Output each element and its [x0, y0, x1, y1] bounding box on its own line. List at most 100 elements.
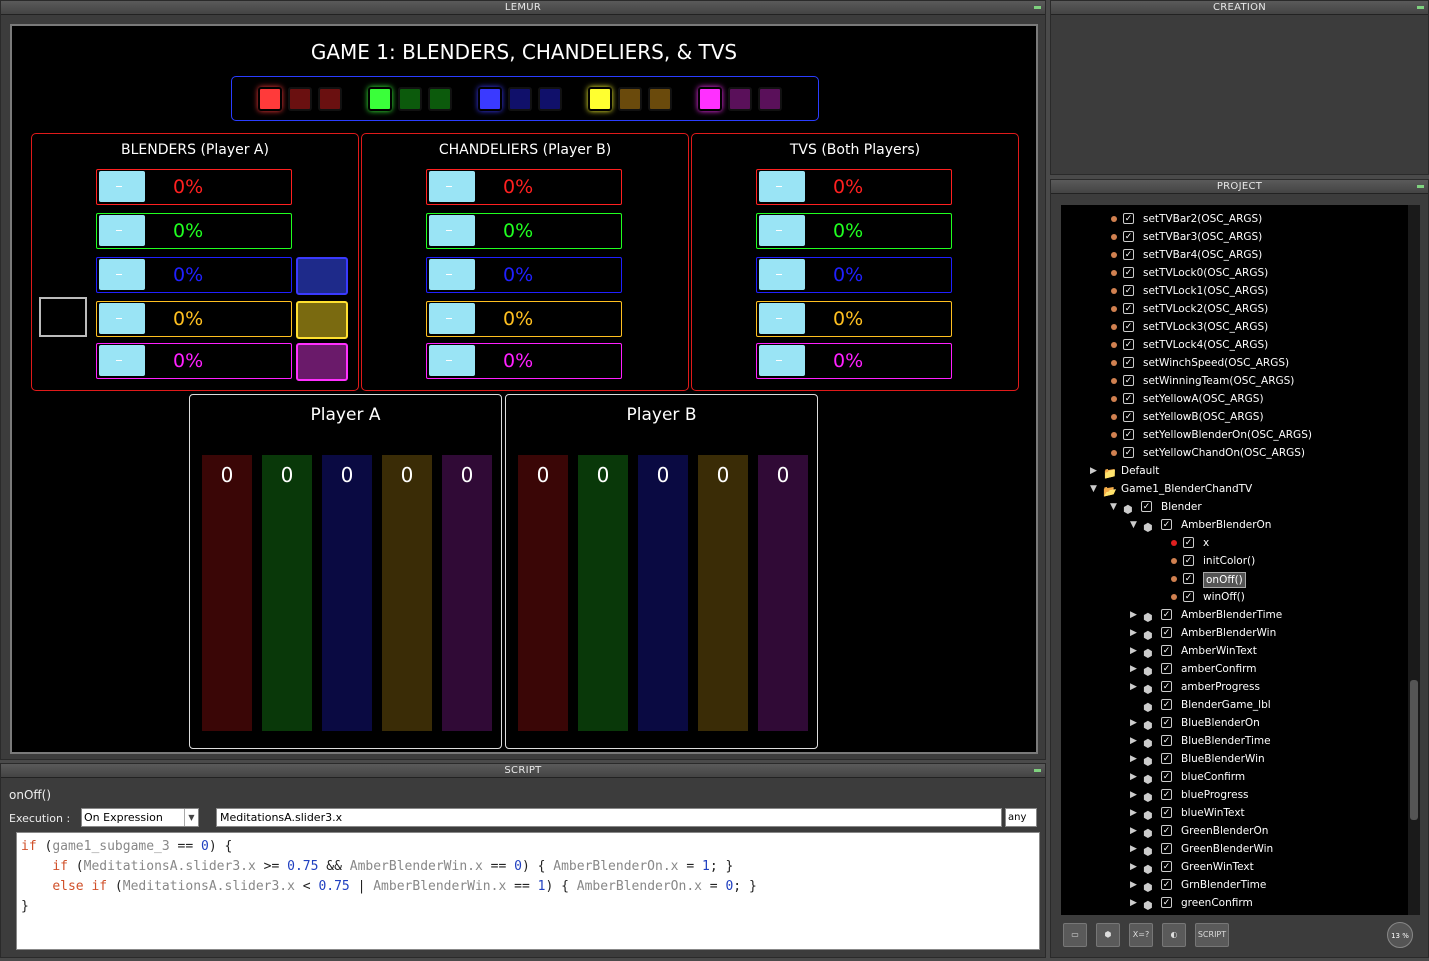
- expand-icon[interactable]: ▶: [1130, 876, 1137, 894]
- progress-bar[interactable]: 0%: [96, 213, 292, 249]
- trigger-expression-input[interactable]: MeditationsA.slider3.x: [216, 808, 1002, 827]
- team-square-green-0[interactable]: [368, 87, 392, 111]
- minimize-icon[interactable]: [1034, 769, 1041, 772]
- color-swatch[interactable]: [296, 343, 348, 381]
- player-column[interactable]: 0: [518, 455, 568, 731]
- progress-bar[interactable]: 0%: [756, 343, 952, 379]
- checkbox-checked-icon[interactable]: ✓: [1183, 537, 1194, 548]
- tree-item[interactable]: ✓ setYellowA(OSC_ARGS): [1061, 390, 1411, 408]
- color-swatch[interactable]: [296, 257, 348, 295]
- tree-item[interactable]: ✓ setYellowBlenderOn(OSC_ARGS): [1061, 426, 1411, 444]
- team-square-magenta-0[interactable]: [698, 87, 722, 111]
- checkbox-checked-icon[interactable]: ✓: [1183, 555, 1194, 566]
- tree-item[interactable]: ▼ ⬢ ✓ AmberBlenderOn: [1061, 516, 1411, 534]
- tree-item[interactable]: ▶ ⬢ ✓ BlueBlenderWin: [1061, 750, 1411, 768]
- project-tree[interactable]: ✓ setTVBar2(OSC_ARGS) ✓ setTVBar3(OSC_ARGS)…: [1061, 205, 1416, 915]
- checkbox-checked-icon[interactable]: ✓: [1123, 411, 1134, 422]
- progress-knob[interactable]: [99, 259, 145, 290]
- tree-item[interactable]: ▼ 📂 Game1_BlenderChandTV: [1061, 480, 1411, 498]
- checkbox-checked-icon[interactable]: ✓: [1161, 645, 1172, 656]
- tree-item[interactable]: ▶ 📁 Default: [1061, 462, 1411, 480]
- tree-item[interactable]: ▶ ⬢ ✓ AmberBlenderTime: [1061, 606, 1411, 624]
- new-object-button[interactable]: ⬢: [1096, 923, 1120, 947]
- tree-item[interactable]: ✓ setTVLock0(OSC_ARGS): [1061, 264, 1411, 282]
- checkbox-checked-icon[interactable]: ✓: [1123, 213, 1134, 224]
- checkbox-checked-icon[interactable]: ✓: [1123, 285, 1134, 296]
- team-square-magenta-2[interactable]: [758, 87, 782, 111]
- checkbox-checked-icon[interactable]: ✓: [1161, 771, 1172, 782]
- progress-bar[interactable]: 0%: [426, 343, 622, 379]
- checkbox-checked-icon[interactable]: ✓: [1123, 393, 1134, 404]
- expand-icon[interactable]: ▶: [1130, 660, 1137, 678]
- tree-item[interactable]: ⬢ ✓ BlenderGame_lbl: [1061, 696, 1411, 714]
- progress-bar[interactable]: 0%: [426, 213, 622, 249]
- checkbox-checked-icon[interactable]: ✓: [1141, 501, 1152, 512]
- tree-item[interactable]: ✓ setTVLock4(OSC_ARGS): [1061, 336, 1411, 354]
- progress-knob[interactable]: [759, 171, 805, 202]
- checkbox-checked-icon[interactable]: ✓: [1161, 861, 1172, 872]
- tree-item[interactable]: ▶ ⬢ ✓ AmberWinText: [1061, 642, 1411, 660]
- tree-item[interactable]: ▶ ⬢ ✓ GreenBlenderOn: [1061, 822, 1411, 840]
- checkbox-checked-icon[interactable]: ✓: [1161, 897, 1172, 908]
- expand-icon[interactable]: ▶: [1130, 732, 1137, 750]
- palette-icon[interactable]: ◐: [1162, 923, 1186, 947]
- collapse-icon[interactable]: ▼: [1090, 480, 1097, 498]
- team-square-green-1[interactable]: [398, 87, 422, 111]
- progress-knob[interactable]: [759, 345, 805, 376]
- team-square-yellow-0[interactable]: [588, 87, 612, 111]
- expand-icon[interactable]: ▶: [1130, 804, 1137, 822]
- tree-item[interactable]: ✓ setTVLock3(OSC_ARGS): [1061, 318, 1411, 336]
- tree-item[interactable]: ✓ setTVBar4(OSC_ARGS): [1061, 246, 1411, 264]
- tree-item[interactable]: ▶ ⬢ ✓ GreenBlenderWin: [1061, 840, 1411, 858]
- expand-icon[interactable]: ▶: [1130, 678, 1137, 696]
- checkbox-checked-icon[interactable]: ✓: [1161, 789, 1172, 800]
- tree-item[interactable]: ▶ ⬢ ✓ amberProgress: [1061, 678, 1411, 696]
- trigger-mode-select[interactable]: any: [1005, 808, 1037, 827]
- minimize-icon[interactable]: [1417, 185, 1424, 188]
- tree-item[interactable]: ✓ setTVLock1(OSC_ARGS): [1061, 282, 1411, 300]
- expand-icon[interactable]: ▶: [1130, 624, 1137, 642]
- expand-icon[interactable]: ▶: [1090, 462, 1097, 480]
- tree-item[interactable]: ✓ setTVBar2(OSC_ARGS): [1061, 210, 1411, 228]
- player-column[interactable]: 0: [262, 455, 312, 731]
- player-column[interactable]: 0: [322, 455, 372, 731]
- expand-icon[interactable]: ▶: [1130, 606, 1137, 624]
- minimize-icon[interactable]: [1417, 6, 1424, 9]
- player-column[interactable]: 0: [758, 455, 808, 731]
- team-square-blue-2[interactable]: [538, 87, 562, 111]
- expand-icon[interactable]: ▶: [1130, 840, 1137, 858]
- progress-bar[interactable]: 0%: [756, 169, 952, 205]
- checkbox-checked-icon[interactable]: ✓: [1123, 303, 1134, 314]
- tree-item[interactable]: ▶ ⬢ ✓ AmberBlenderWin: [1061, 624, 1411, 642]
- checkbox-checked-icon[interactable]: ✓: [1161, 807, 1172, 818]
- checkbox-checked-icon[interactable]: ✓: [1161, 519, 1172, 530]
- tree-item[interactable]: ✓ winOff(): [1061, 588, 1411, 606]
- checkbox-checked-icon[interactable]: ✓: [1123, 357, 1134, 368]
- execution-select[interactable]: On Expression ▼: [81, 808, 199, 827]
- expand-icon[interactable]: ▶: [1130, 714, 1137, 732]
- progress-knob[interactable]: [759, 259, 805, 290]
- expand-icon[interactable]: ▶: [1130, 822, 1137, 840]
- progress-knob[interactable]: [99, 171, 145, 202]
- tree-item[interactable]: ▶ ⬢ ✓ BlueBlenderTime: [1061, 732, 1411, 750]
- progress-bar[interactable]: 0%: [96, 301, 292, 337]
- collapse-icon[interactable]: ▼: [1110, 498, 1117, 516]
- progress-bar[interactable]: 0%: [756, 301, 952, 337]
- checkbox-checked-icon[interactable]: ✓: [1123, 267, 1134, 278]
- checkbox-checked-icon[interactable]: ✓: [1161, 627, 1172, 638]
- progress-bar[interactable]: 0%: [756, 257, 952, 293]
- checkbox-checked-icon[interactable]: ✓: [1123, 249, 1134, 260]
- progress-knob[interactable]: [759, 215, 805, 246]
- team-square-yellow-2[interactable]: [648, 87, 672, 111]
- new-script-button[interactable]: SCRIPT: [1195, 923, 1229, 947]
- collapse-icon[interactable]: ▼: [1130, 516, 1137, 534]
- checkbox-checked-icon[interactable]: ✓: [1161, 753, 1172, 764]
- progress-bar[interactable]: 0%: [96, 343, 292, 379]
- team-square-yellow-1[interactable]: [618, 87, 642, 111]
- checkbox-checked-icon[interactable]: ✓: [1161, 843, 1172, 854]
- checkbox-checked-icon[interactable]: ✓: [1123, 339, 1134, 350]
- team-square-red-0[interactable]: [258, 87, 282, 111]
- tree-item[interactable]: ▶ ⬢ ✓ GrnBlenderTime: [1061, 876, 1411, 894]
- expand-icon[interactable]: ▶: [1130, 894, 1137, 912]
- player-column[interactable]: 0: [382, 455, 432, 731]
